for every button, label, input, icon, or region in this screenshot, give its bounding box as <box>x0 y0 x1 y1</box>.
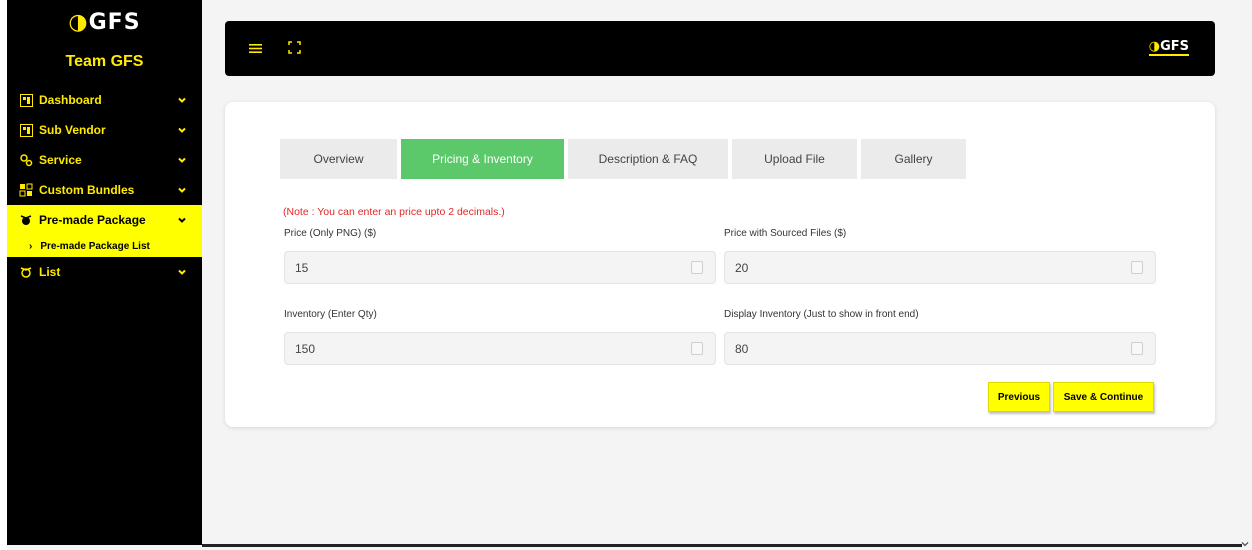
sidebar-item-label: Dashboard <box>39 93 102 107</box>
price-note: (Note : You can enter an price upto 2 de… <box>283 206 505 218</box>
scroll-down-icon[interactable] <box>1241 540 1249 548</box>
top-header: ◑GFS <box>225 21 1215 76</box>
fullscreen-icon[interactable] <box>288 41 301 54</box>
dashboard-icon <box>19 93 33 107</box>
price-sourced-label: Price with Sourced Files ($) <box>724 228 847 239</box>
sidebar-item-label: Sub Vendor <box>39 123 106 137</box>
inventory-value: 150 <box>295 341 316 356</box>
sidebar-subitem-label: Pre-made Package List <box>40 240 150 252</box>
inventory-label: Inventory (Enter Qty) <box>284 309 377 320</box>
sidebar-item-custom-bundles[interactable]: Custom Bundles <box>7 175 202 205</box>
previous-button[interactable]: Previous <box>988 382 1050 412</box>
tab-upload-file[interactable]: Upload File <box>732 139 857 179</box>
price-sourced-input[interactable]: 20 <box>724 251 1156 284</box>
inventory-input[interactable]: 150 <box>284 332 716 365</box>
left-edge <box>0 0 7 550</box>
sidebar: ◑GFS Team GFS Dashboard Sub Vendor Servi… <box>7 0 202 545</box>
sidebar-item-label: Pre-made Package <box>39 213 146 227</box>
spinner-icon[interactable] <box>1131 261 1143 274</box>
save-continue-button[interactable]: Save & Continue <box>1053 382 1154 412</box>
sidebar-item-sub-vendor[interactable]: Sub Vendor <box>7 115 202 145</box>
logo: ◑GFS <box>7 12 202 34</box>
tab-gallery[interactable]: Gallery <box>861 139 966 179</box>
logo-mark: ◑GFS <box>68 10 141 35</box>
chevron-down-icon <box>178 187 186 193</box>
sidebar-item-dashboard[interactable]: Dashboard <box>7 85 202 115</box>
spinner-icon[interactable] <box>691 342 703 355</box>
chevron-down-icon <box>178 269 186 275</box>
sidebar-subitem-pre-made-package-list[interactable]: › Pre-made Package List <box>7 235 202 257</box>
price-png-label: Price (Only PNG) ($) <box>284 228 377 239</box>
bottom-border <box>202 544 1242 547</box>
sidebar-item-label: Custom Bundles <box>39 183 135 197</box>
chevron-down-icon <box>178 97 186 103</box>
sidebar-item-label: Service <box>39 153 82 167</box>
price-png-input[interactable]: 15 <box>284 251 716 284</box>
spinner-icon[interactable] <box>691 261 703 274</box>
tab-bar: Overview Pricing & Inventory Description… <box>280 139 970 179</box>
package-icon <box>19 213 33 227</box>
sidebar-item-list[interactable]: List <box>7 257 202 287</box>
display-inventory-input[interactable]: 80 <box>724 332 1156 365</box>
sidebar-item-pre-made-package[interactable]: Pre-made Package <box>7 205 202 235</box>
team-name: Team GFS <box>65 53 144 70</box>
bundles-icon <box>19 183 33 197</box>
main-card: Overview Pricing & Inventory Description… <box>225 102 1215 427</box>
chevron-down-icon <box>178 157 186 163</box>
chevron-down-icon <box>178 217 186 223</box>
sidebar-item-service[interactable]: Service <box>7 145 202 175</box>
price-sourced-value: 20 <box>735 260 749 275</box>
tab-pricing-inventory[interactable]: Pricing & Inventory <box>401 139 564 179</box>
spinner-icon[interactable] <box>1131 342 1143 355</box>
display-inventory-label: Display Inventory (Just to show in front… <box>724 309 919 320</box>
chevron-right-icon: › <box>29 240 33 252</box>
sidebar-nav: Dashboard Sub Vendor Service Custom Bund… <box>7 85 202 287</box>
display-inventory-value: 80 <box>735 341 749 356</box>
tab-description-faq[interactable]: Description & FAQ <box>568 139 728 179</box>
list-icon <box>19 265 33 279</box>
tab-overview[interactable]: Overview <box>280 139 397 179</box>
sidebar-item-label: List <box>39 265 61 279</box>
header-brand-logo: ◑GFS <box>1148 39 1189 56</box>
price-png-value: 15 <box>295 260 309 275</box>
chevron-down-icon <box>178 127 186 133</box>
vendor-icon <box>19 123 33 137</box>
service-icon <box>19 153 33 167</box>
menu-icon[interactable] <box>249 42 262 55</box>
